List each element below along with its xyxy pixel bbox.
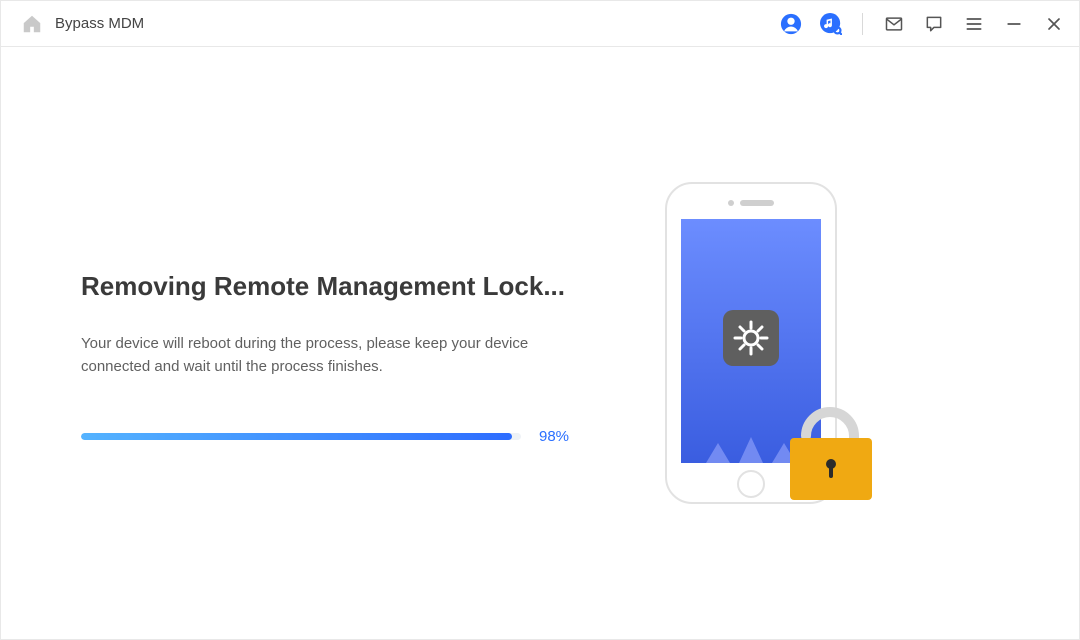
- titlebar-right: [780, 13, 1065, 35]
- music-search-icon[interactable]: [820, 13, 842, 35]
- menu-icon[interactable]: [963, 13, 985, 35]
- titlebar-left: Bypass MDM: [21, 13, 144, 35]
- app-window: Bypass MDM: [0, 0, 1080, 640]
- device-illustration: [636, 173, 886, 513]
- content-area: Removing Remote Management Lock... Your …: [1, 47, 1079, 639]
- progress-panel: Removing Remote Management Lock... Your …: [81, 241, 611, 446]
- progress-row: 98%: [81, 428, 611, 445]
- titlebar-divider: [862, 13, 863, 35]
- progress-percent: 98%: [539, 428, 581, 445]
- progress-fill: [81, 433, 512, 440]
- page-title: Bypass MDM: [55, 15, 144, 32]
- illustration: [611, 173, 911, 513]
- progress-bar: [81, 433, 521, 440]
- minimize-icon[interactable]: [1003, 13, 1025, 35]
- chat-icon[interactable]: [923, 13, 945, 35]
- progress-description: Your device will reboot during the proce…: [81, 332, 561, 379]
- close-icon[interactable]: [1043, 13, 1065, 35]
- mail-icon[interactable]: [883, 13, 905, 35]
- account-icon[interactable]: [780, 13, 802, 35]
- home-icon[interactable]: [21, 13, 43, 35]
- titlebar: Bypass MDM: [1, 1, 1079, 47]
- progress-heading: Removing Remote Management Lock...: [81, 271, 611, 302]
